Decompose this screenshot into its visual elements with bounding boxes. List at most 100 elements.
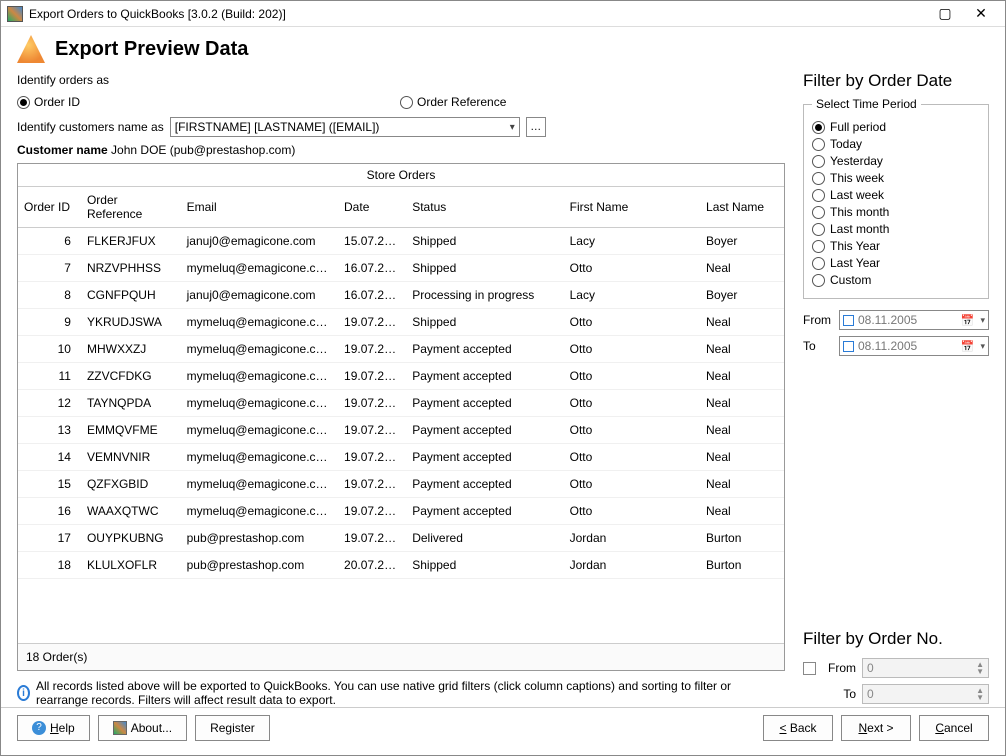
table-row[interactable]: 17OUYPKUBNGpub@prestashop.com19.07.2021D…: [18, 525, 784, 552]
orders-grid: Store Orders Order ID Order Reference Em…: [17, 163, 785, 671]
customer-preview-label: Customer name: [17, 143, 108, 157]
time-period-option[interactable]: Full period: [812, 120, 980, 134]
back-button[interactable]: < Back: [763, 715, 833, 741]
table-row[interactable]: 9YKRUDJSWAmymeluq@emagicone.com19.07.202…: [18, 309, 784, 336]
time-period-option[interactable]: Last Year: [812, 256, 980, 270]
table-row[interactable]: 13EMMQVFMEmymeluq@emagicone.com19.07.202…: [18, 417, 784, 444]
table-row[interactable]: 18KLULXOFLRpub@prestashop.com20.07.2021S…: [18, 552, 784, 579]
cell-order-ref: TAYNQPDA: [81, 390, 181, 417]
time-period-option[interactable]: Yesterday: [812, 154, 980, 168]
table-row[interactable]: 15QZFXGBIDmymeluq@emagicone.com19.07.202…: [18, 471, 784, 498]
time-period-option[interactable]: This month: [812, 205, 980, 219]
cell-last-name: Boyer: [700, 282, 784, 309]
date-from-input[interactable]: 08.11.2005 📅 ▾: [839, 310, 989, 330]
cell-date: 20.07.2021: [338, 552, 406, 579]
identify-orders-label: Identify orders as: [17, 73, 785, 87]
identify-order-ref-option[interactable]: Order Reference: [400, 95, 506, 109]
table-row[interactable]: 6FLKERJFUXjanuj0@emagicone.com15.07.2021…: [18, 228, 784, 255]
time-period-option-label: Today: [830, 137, 862, 151]
orderno-to-value: 0: [867, 687, 874, 701]
table-row[interactable]: 8CGNFPQUHjanuj0@emagicone.com16.07.2021P…: [18, 282, 784, 309]
time-period-option[interactable]: Last week: [812, 188, 980, 202]
chevron-down-icon: ▾: [980, 341, 985, 352]
orderno-from-value: 0: [867, 661, 874, 675]
cell-date: 19.07.2021: [338, 471, 406, 498]
cell-status: Processing in progress: [406, 282, 563, 309]
time-period-option-label: Last month: [830, 222, 889, 236]
time-period-option[interactable]: Today: [812, 137, 980, 151]
cell-first-name: Jordan: [564, 525, 700, 552]
time-period-group: Select Time Period Full period Today Yeste…: [803, 97, 989, 299]
radio-unchecked-icon: [400, 96, 413, 109]
cell-order-ref: NRZVPHHSS: [81, 255, 181, 282]
time-period-option[interactable]: This Year: [812, 239, 980, 253]
time-period-option-label: Full period: [830, 120, 886, 134]
cell-order-ref: CGNFPQUH: [81, 282, 181, 309]
cell-order-ref: WAAXQTWC: [81, 498, 181, 525]
cell-last-name: Burton: [700, 552, 784, 579]
cell-date: 19.07.2021: [338, 525, 406, 552]
help-button-label: Help: [50, 721, 75, 735]
next-button[interactable]: Next >: [841, 715, 911, 741]
help-icon: ?: [32, 721, 46, 735]
col-date[interactable]: Date: [338, 187, 406, 228]
grid-header-row[interactable]: Order ID Order Reference Email Date Stat…: [18, 187, 784, 228]
cell-first-name: Otto: [564, 390, 700, 417]
orderno-from-checkbox[interactable]: [803, 662, 816, 675]
time-period-option[interactable]: Custom: [812, 273, 980, 287]
cell-first-name: Lacy: [564, 228, 700, 255]
cell-status: Delivered: [406, 525, 563, 552]
identify-order-id-option[interactable]: Order ID: [17, 95, 80, 109]
time-period-option[interactable]: Last month: [812, 222, 980, 236]
col-status[interactable]: Status: [406, 187, 563, 228]
cell-date: 19.07.2021: [338, 444, 406, 471]
about-icon: [113, 721, 127, 735]
table-row[interactable]: 14VEMNVNIRmymeluq@emagicone.com19.07.202…: [18, 444, 784, 471]
window-title: Export Orders to QuickBooks [3.0.2 (Buil…: [29, 7, 927, 21]
cell-email: mymeluq@emagicone.com: [181, 255, 338, 282]
orderno-to-input[interactable]: 0 ▲▼: [862, 684, 989, 704]
cell-last-name: Neal: [700, 363, 784, 390]
cell-order-id: 11: [18, 363, 81, 390]
info-icon: i: [17, 685, 30, 701]
col-first-name[interactable]: First Name: [564, 187, 700, 228]
customers-name-combo[interactable]: [FIRSTNAME] [LASTNAME] ([EMAIL]) ▾: [170, 117, 520, 137]
cell-email: mymeluq@emagicone.com: [181, 417, 338, 444]
cancel-button[interactable]: Cancel: [919, 715, 989, 741]
col-last-name[interactable]: Last Name: [700, 187, 784, 228]
col-order-ref[interactable]: Order Reference: [81, 187, 181, 228]
checkbox-icon: [843, 341, 854, 352]
cell-email: pub@prestashop.com: [181, 552, 338, 579]
radio-unchecked-icon: [812, 189, 825, 202]
time-period-legend: Select Time Period: [812, 97, 921, 111]
about-button[interactable]: About...: [98, 715, 187, 741]
col-order-id[interactable]: Order ID: [18, 187, 81, 228]
cell-first-name: Otto: [564, 363, 700, 390]
help-button[interactable]: ? Help: [17, 715, 90, 741]
window-close-button[interactable]: ✕: [963, 3, 999, 25]
radio-unchecked-icon: [812, 138, 825, 151]
customers-name-value: [FIRSTNAME] [LASTNAME] ([EMAIL]): [175, 120, 380, 134]
grid-band-header: Store Orders: [18, 164, 784, 187]
table-row[interactable]: 16WAAXQTWCmymeluq@emagicone.com19.07.202…: [18, 498, 784, 525]
table-row[interactable]: 10MHWXXZJmymeluq@emagicone.com19.07.2021…: [18, 336, 784, 363]
cell-order-ref: EMMQVFME: [81, 417, 181, 444]
time-period-option[interactable]: This week: [812, 171, 980, 185]
cell-first-name: Lacy: [564, 282, 700, 309]
table-row[interactable]: 11ZZVCFDKGmymeluq@emagicone.com19.07.202…: [18, 363, 784, 390]
orderno-from-input[interactable]: 0 ▲▼: [862, 658, 989, 678]
cell-status: Shipped: [406, 552, 563, 579]
table-row[interactable]: 7NRZVPHHSSmymeluq@emagicone.com16.07.202…: [18, 255, 784, 282]
bottom-bar: ? Help About... Register < Back Next > C…: [1, 707, 1005, 747]
window-maximize-button[interactable]: ▢: [927, 3, 963, 25]
register-button[interactable]: Register: [195, 715, 270, 741]
cell-status: Shipped: [406, 228, 563, 255]
customers-name-edit-button[interactable]: …: [526, 117, 546, 137]
time-period-option-label: Custom: [830, 273, 871, 287]
cell-last-name: Neal: [700, 309, 784, 336]
time-period-option-label: Last week: [830, 188, 884, 202]
cell-last-name: Neal: [700, 390, 784, 417]
date-to-input[interactable]: 08.11.2005 📅 ▾: [839, 336, 989, 356]
col-email[interactable]: Email: [181, 187, 338, 228]
table-row[interactable]: 12TAYNQPDAmymeluq@emagicone.com19.07.202…: [18, 390, 784, 417]
